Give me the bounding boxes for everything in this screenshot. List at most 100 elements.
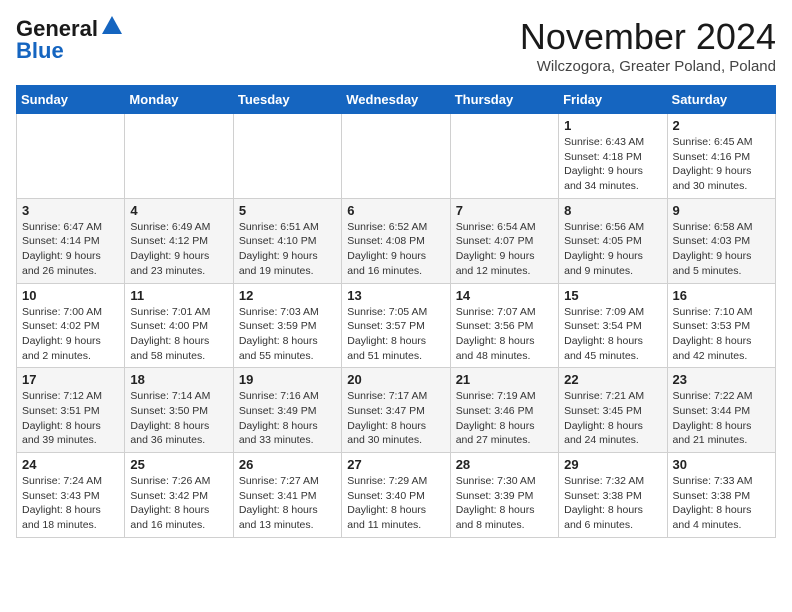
day-info: Sunrise: 6:56 AM Sunset: 4:05 PM Dayligh… — [564, 220, 661, 279]
calendar-cell — [450, 114, 558, 199]
day-number: 26 — [239, 457, 336, 472]
calendar-cell: 2 Sunrise: 6:45 AM Sunset: 4:16 PM Daylig… — [667, 114, 775, 199]
calendar-cell: 29 Sunrise: 7:32 AM Sunset: 3:38 PM Dayli… — [559, 453, 667, 538]
day-info: Sunrise: 7:30 AM Sunset: 3:39 PM Dayligh… — [456, 474, 553, 533]
day-info: Sunrise: 7:32 AM Sunset: 3:38 PM Dayligh… — [564, 474, 661, 533]
calendar-cell: 22Sunrise: 7:21 AM Sunset: 3:45 PM Dayli… — [559, 368, 667, 453]
calendar-cell: 17 Sunrise: 7:12 AM Sunset: 3:51 PM Dayli… — [17, 368, 125, 453]
day-info: Sunrise: 7:16 AM Sunset: 3:49 PM Dayligh… — [239, 389, 336, 448]
calendar-cell: 6 Sunrise: 6:52 AM Sunset: 4:08 PM Daylig… — [342, 198, 450, 283]
location: Wilczogora, Greater Poland, Poland — [520, 58, 776, 75]
calendar-cell: 12 Sunrise: 7:03 AM Sunset: 3:59 PM Dayli… — [233, 283, 341, 368]
day-number: 23 — [673, 372, 770, 387]
calendar-cell: 14 Sunrise: 7:07 AM Sunset: 3:56 PM Dayli… — [450, 283, 558, 368]
header: General Blue November 2024 Wilczogora, G… — [16, 16, 776, 75]
day-number: 30 — [673, 457, 770, 472]
day-info: Sunrise: 7:09 AM Sunset: 3:54 PM Dayligh… — [564, 305, 661, 364]
calendar-cell: 23 Sunrise: 7:22 AM Sunset: 3:44 PM Dayli… — [667, 368, 775, 453]
calendar-table: SundayMondayTuesdayWednesdayThursdayFrid… — [16, 85, 776, 538]
day-info: Sunrise: 7:24 AM Sunset: 3:43 PM Dayligh… — [22, 474, 119, 533]
day-number: 18 — [130, 372, 227, 387]
day-info: Sunrise: 6:45 AM Sunset: 4:16 PM Dayligh… — [673, 135, 770, 194]
calendar-cell: 3 Sunrise: 6:47 AM Sunset: 4:14 PM Daylig… — [17, 198, 125, 283]
calendar-week-0: 1 Sunrise: 6:43 AM Sunset: 4:18 PM Daylig… — [17, 114, 776, 199]
day-number: 29 — [564, 457, 661, 472]
day-info: Sunrise: 7:26 AM Sunset: 3:42 PM Dayligh… — [130, 474, 227, 533]
day-number: 25 — [130, 457, 227, 472]
day-info: Sunrise: 7:03 AM Sunset: 3:59 PM Dayligh… — [239, 305, 336, 364]
calendar-cell: 4 Sunrise: 6:49 AM Sunset: 4:12 PM Daylig… — [125, 198, 233, 283]
day-number: 16 — [673, 288, 770, 303]
calendar-cell — [17, 114, 125, 199]
day-info: Sunrise: 6:47 AM Sunset: 4:14 PM Dayligh… — [22, 220, 119, 279]
title-area: November 2024 Wilczogora, Greater Poland… — [520, 16, 776, 75]
logo-icon — [102, 16, 122, 34]
calendar-week-4: 24Sunrise: 7:24 AM Sunset: 3:43 PM Dayli… — [17, 453, 776, 538]
day-number: 22 — [564, 372, 661, 387]
day-number: 10 — [22, 288, 119, 303]
day-number: 28 — [456, 457, 553, 472]
day-number: 27 — [347, 457, 444, 472]
day-number: 14 — [456, 288, 553, 303]
day-number: 1 — [564, 118, 661, 133]
day-info: Sunrise: 7:22 AM Sunset: 3:44 PM Dayligh… — [673, 389, 770, 448]
month-title: November 2024 — [520, 16, 776, 58]
calendar-week-1: 3 Sunrise: 6:47 AM Sunset: 4:14 PM Daylig… — [17, 198, 776, 283]
day-number: 19 — [239, 372, 336, 387]
day-info: Sunrise: 6:54 AM Sunset: 4:07 PM Dayligh… — [456, 220, 553, 279]
day-number: 8 — [564, 203, 661, 218]
day-info: Sunrise: 6:49 AM Sunset: 4:12 PM Dayligh… — [130, 220, 227, 279]
calendar-week-2: 10 Sunrise: 7:00 AM Sunset: 4:02 PM Dayli… — [17, 283, 776, 368]
day-info: Sunrise: 7:05 AM Sunset: 3:57 PM Dayligh… — [347, 305, 444, 364]
day-header-monday: Monday — [125, 86, 233, 114]
day-header-thursday: Thursday — [450, 86, 558, 114]
day-number: 2 — [673, 118, 770, 133]
day-header-saturday: Saturday — [667, 86, 775, 114]
day-number: 6 — [347, 203, 444, 218]
calendar-cell — [342, 114, 450, 199]
calendar-cell: 5Sunrise: 6:51 AM Sunset: 4:10 PM Daylig… — [233, 198, 341, 283]
calendar-cell: 9Sunrise: 6:58 AM Sunset: 4:03 PM Daylig… — [667, 198, 775, 283]
calendar-cell: 19 Sunrise: 7:16 AM Sunset: 3:49 PM Dayli… — [233, 368, 341, 453]
calendar-cell: 21Sunrise: 7:19 AM Sunset: 3:46 PM Dayli… — [450, 368, 558, 453]
calendar-cell: 13 Sunrise: 7:05 AM Sunset: 3:57 PM Dayli… — [342, 283, 450, 368]
calendar-week-3: 17 Sunrise: 7:12 AM Sunset: 3:51 PM Dayli… — [17, 368, 776, 453]
calendar-cell: 20Sunrise: 7:17 AM Sunset: 3:47 PM Dayli… — [342, 368, 450, 453]
day-header-friday: Friday — [559, 86, 667, 114]
day-info: Sunrise: 6:52 AM Sunset: 4:08 PM Dayligh… — [347, 220, 444, 279]
calendar-cell: 8 Sunrise: 6:56 AM Sunset: 4:05 PM Daylig… — [559, 198, 667, 283]
calendar-cell: 16 Sunrise: 7:10 AM Sunset: 3:53 PM Dayli… — [667, 283, 775, 368]
day-number: 15 — [564, 288, 661, 303]
day-number: 20 — [347, 372, 444, 387]
calendar-header-row: SundayMondayTuesdayWednesdayThursdayFrid… — [17, 86, 776, 114]
day-info: Sunrise: 7:01 AM Sunset: 4:00 PM Dayligh… — [130, 305, 227, 364]
day-info: Sunrise: 7:00 AM Sunset: 4:02 PM Dayligh… — [22, 305, 119, 364]
day-info: Sunrise: 7:19 AM Sunset: 3:46 PM Dayligh… — [456, 389, 553, 448]
day-number: 4 — [130, 203, 227, 218]
calendar-cell: 10 Sunrise: 7:00 AM Sunset: 4:02 PM Dayli… — [17, 283, 125, 368]
day-header-tuesday: Tuesday — [233, 86, 341, 114]
logo-blue: Blue — [16, 38, 64, 64]
calendar-cell: 11 Sunrise: 7:01 AM Sunset: 4:00 PM Dayli… — [125, 283, 233, 368]
day-number: 12 — [239, 288, 336, 303]
day-info: Sunrise: 7:10 AM Sunset: 3:53 PM Dayligh… — [673, 305, 770, 364]
day-header-sunday: Sunday — [17, 86, 125, 114]
day-info: Sunrise: 7:29 AM Sunset: 3:40 PM Dayligh… — [347, 474, 444, 533]
day-info: Sunrise: 7:07 AM Sunset: 3:56 PM Dayligh… — [456, 305, 553, 364]
calendar-cell: 15 Sunrise: 7:09 AM Sunset: 3:54 PM Dayli… — [559, 283, 667, 368]
day-number: 7 — [456, 203, 553, 218]
day-number: 13 — [347, 288, 444, 303]
calendar-cell — [233, 114, 341, 199]
day-number: 11 — [130, 288, 227, 303]
calendar-cell: 7 Sunrise: 6:54 AM Sunset: 4:07 PM Daylig… — [450, 198, 558, 283]
day-info: Sunrise: 7:14 AM Sunset: 3:50 PM Dayligh… — [130, 389, 227, 448]
logo: General Blue — [16, 16, 122, 64]
calendar-cell: 30Sunrise: 7:33 AM Sunset: 3:38 PM Dayli… — [667, 453, 775, 538]
day-info: Sunrise: 6:43 AM Sunset: 4:18 PM Dayligh… — [564, 135, 661, 194]
day-info: Sunrise: 7:12 AM Sunset: 3:51 PM Dayligh… — [22, 389, 119, 448]
day-number: 9 — [673, 203, 770, 218]
calendar-cell: 1 Sunrise: 6:43 AM Sunset: 4:18 PM Daylig… — [559, 114, 667, 199]
day-number: 17 — [22, 372, 119, 387]
calendar-cell — [125, 114, 233, 199]
day-number: 3 — [22, 203, 119, 218]
